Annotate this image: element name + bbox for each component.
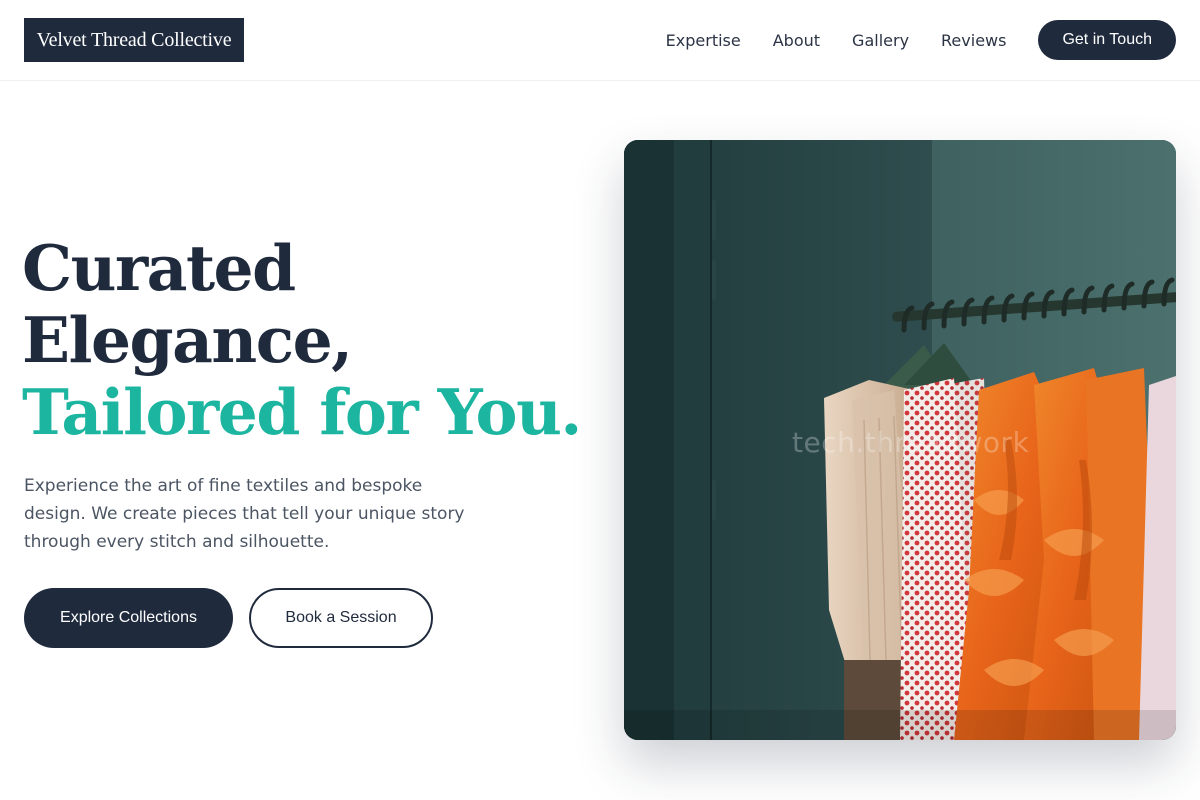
hero-title-line-1: Curated	[22, 231, 296, 305]
nav-link-gallery[interactable]: Gallery	[852, 31, 909, 50]
brand-logo[interactable]: Velvet Thread Collective	[24, 18, 244, 62]
explore-collections-button[interactable]: Explore Collections	[24, 588, 233, 648]
get-in-touch-button[interactable]: Get in Touch	[1038, 20, 1176, 60]
nav-link-about[interactable]: About	[773, 31, 820, 50]
image-watermark: tech.threadwork	[792, 426, 1030, 459]
nav-link-reviews[interactable]: Reviews	[941, 31, 1006, 50]
hero-title-accent: Tailored for You.	[22, 375, 582, 449]
hero-description: Experience the art of fine textiles and …	[24, 476, 465, 552]
hero-title-line-2: Elegance,	[22, 303, 353, 377]
nav-link-expertise[interactable]: Expertise	[666, 31, 741, 50]
site-header: Velvet Thread Collective Expertise About…	[0, 0, 1200, 81]
book-session-button[interactable]: Book a Session	[249, 588, 433, 648]
hero-title: Curated Elegance, Tailored for You.	[22, 232, 602, 448]
hero-image: tech.threadwork	[624, 140, 1176, 740]
main-nav: Expertise About Gallery Reviews Get in T…	[666, 20, 1176, 60]
